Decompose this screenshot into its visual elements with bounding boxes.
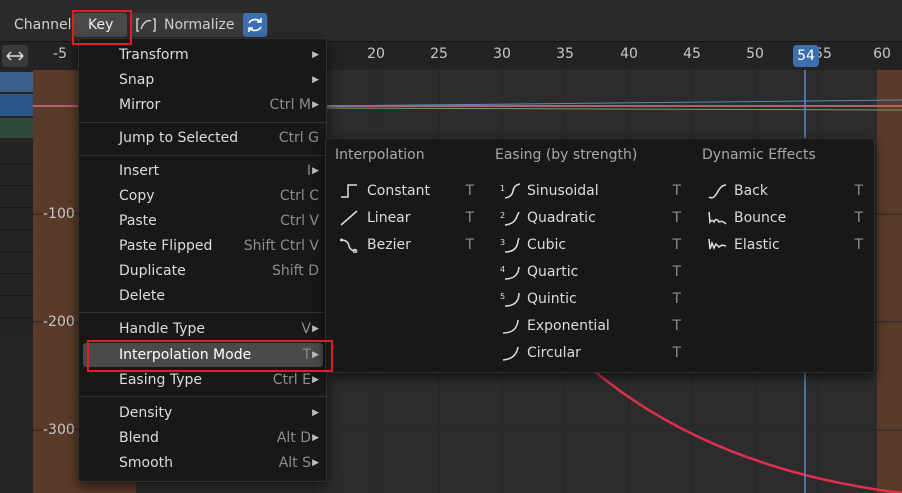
interp-bezier[interactable]: Bezier T <box>336 233 474 257</box>
easing-cubic[interactable]: 3 Cubic T <box>496 233 681 257</box>
interpolation-column-header: Interpolation <box>335 147 425 163</box>
auto-normalize-icon[interactable] <box>243 13 267 37</box>
constant-icon <box>341 184 357 198</box>
ruler-tick: -5 <box>53 46 67 62</box>
ruler-tick: 50 <box>746 46 764 62</box>
menu-item-mirror[interactable]: Mirror Ctrl M ▶ <box>119 93 319 117</box>
circular-icon <box>502 346 519 361</box>
svg-text:1: 1 <box>500 184 505 193</box>
view-all-icon[interactable] <box>2 45 28 67</box>
interp-linear[interactable]: Linear T <box>336 206 474 230</box>
menu-separator <box>79 312 326 313</box>
menu-item-snap[interactable]: Snap ▶ <box>119 68 319 92</box>
menu-separator <box>79 122 326 123</box>
editor-header: Channel Key Normalize <box>0 0 902 42</box>
menu-item-paste-flipped[interactable]: Paste Flipped Shift Ctrl V <box>119 234 319 258</box>
exponential-icon <box>502 319 519 334</box>
y-axis-label: -100 <box>43 206 75 222</box>
easing-quadratic[interactable]: 2 Quadratic T <box>496 206 681 230</box>
ruler-tick: 25 <box>430 46 448 62</box>
current-frame-indicator[interactable]: 54 <box>793 45 819 67</box>
dynamic-elastic[interactable]: Elastic T <box>703 233 863 257</box>
elastic-icon <box>708 238 727 250</box>
menu-item-smooth[interactable]: Smooth Alt S ▶ <box>119 451 319 475</box>
menu-item-copy[interactable]: Copy Ctrl C <box>119 184 319 208</box>
menu-item-paste[interactable]: Paste Ctrl V <box>119 209 319 233</box>
menu-item-delete[interactable]: Delete <box>119 284 319 308</box>
highlight-interpolation-mode <box>87 340 333 372</box>
channel-row[interactable] <box>0 118 33 138</box>
svg-text:4: 4 <box>500 265 505 274</box>
channel-list[interactable] <box>0 142 33 338</box>
menu-separator <box>79 396 326 397</box>
normalize-toggle-icon[interactable] <box>134 13 158 37</box>
interpolation-submenu: Interpolation Easing (by strength) Dynam… <box>325 138 875 373</box>
ruler-tick: 35 <box>556 46 574 62</box>
highlight-key-menu <box>72 10 132 45</box>
menu-item-transform[interactable]: Transform ▶ <box>119 43 319 67</box>
menu-item-insert[interactable]: Insert I ▶ <box>119 159 319 183</box>
menu-item-blend[interactable]: Blend Alt D ▶ <box>119 426 319 450</box>
quartic-icon: 4 <box>500 265 520 280</box>
easing-quartic[interactable]: 4 Quartic T <box>496 260 681 284</box>
menu-item-jump-to-selected[interactable]: Jump to Selected Ctrl G <box>119 126 319 150</box>
ruler-tick: 60 <box>873 46 891 62</box>
cubic-icon: 3 <box>500 237 520 253</box>
bounce-icon <box>708 211 727 225</box>
quadratic-icon: 2 <box>500 211 520 226</box>
channel-menu[interactable]: Channel <box>14 13 71 37</box>
y-axis-label: -300 <box>43 422 75 438</box>
menu-item-duplicate[interactable]: Duplicate Shift D <box>119 259 319 283</box>
y-axis-label: -200 <box>43 314 75 330</box>
easing-circular[interactable]: Circular T <box>496 341 681 365</box>
svg-text:2: 2 <box>500 211 505 220</box>
svg-text:3: 3 <box>500 238 505 247</box>
channel-strip <box>0 70 33 493</box>
easing-sinusoidal[interactable]: 1 Sinusoidal T <box>496 179 681 203</box>
normalize-label[interactable]: Normalize <box>164 13 235 37</box>
easing-quintic[interactable]: 5 Quintic T <box>496 287 681 311</box>
channel-row[interactable] <box>0 94 33 116</box>
channel-row[interactable] <box>0 72 33 92</box>
ruler-tick: 20 <box>367 46 385 62</box>
dynamic-bounce[interactable]: Bounce T <box>703 206 863 230</box>
dynamic-back[interactable]: Back T <box>703 179 863 203</box>
menu-item-handle-type[interactable]: Handle Type V ▶ <box>119 317 319 341</box>
svg-text:5: 5 <box>500 292 505 301</box>
ruler-tick: 30 <box>493 46 511 62</box>
interp-constant[interactable]: Constant T <box>336 179 474 203</box>
quintic-icon: 5 <box>500 292 520 307</box>
dynamic-column-header: Dynamic Effects <box>702 147 816 163</box>
bezier-icon <box>340 238 358 253</box>
ruler-tick: 40 <box>620 46 638 62</box>
easing-exponential[interactable]: Exponential T <box>496 314 681 338</box>
key-dropdown-menu: Transform ▶ Snap ▶ Mirror Ctrl M ▶ Jump to S… <box>78 38 327 482</box>
back-icon <box>708 184 727 199</box>
sinusoidal-icon: 1 <box>500 183 521 199</box>
menu-item-density[interactable]: Density ▶ <box>119 401 319 425</box>
easing-column-header: Easing (by strength) <box>495 147 638 163</box>
ruler-tick: 45 <box>683 46 701 62</box>
linear-icon <box>340 210 358 226</box>
menu-separator <box>79 155 326 156</box>
